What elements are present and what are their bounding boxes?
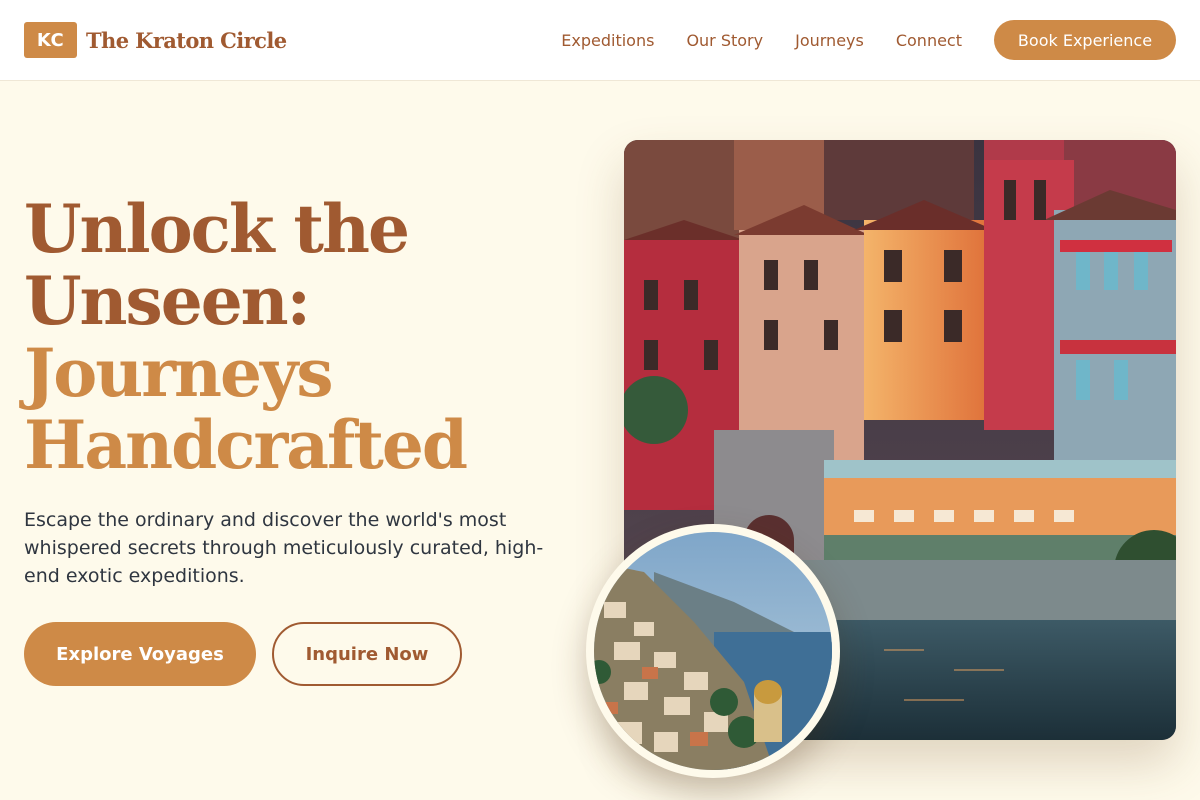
hero-title-line: Unlock the [24, 190, 410, 268]
logo[interactable]: KC The Kraton Circle [24, 22, 287, 58]
hero-inset-image [594, 532, 832, 770]
hero-inset-image-frame [586, 524, 840, 778]
inquire-now-button[interactable]: Inquire Now [272, 622, 462, 686]
nav-link-expeditions[interactable]: Expeditions [561, 31, 654, 50]
brand-name: The Kraton Circle [86, 27, 287, 53]
explore-voyages-button[interactable]: Explore Voyages [24, 622, 256, 686]
hero-title: Unlock the Unseen: Journeys Handcrafted [24, 193, 584, 481]
hero-title-line: Unseen: [24, 262, 311, 340]
logo-badge: KC [24, 22, 77, 58]
nav-link-our-story[interactable]: Our Story [686, 31, 763, 50]
site-header: KC The Kraton Circle Expeditions Our Sto… [0, 0, 1200, 81]
nav-link-connect[interactable]: Connect [896, 31, 962, 50]
hero-description: Escape the ordinary and discover the wor… [24, 509, 544, 587]
hero-title-accent-line: Handcrafted [24, 406, 468, 484]
nav-link-journeys[interactable]: Journeys [795, 31, 864, 50]
book-experience-button[interactable]: Book Experience [994, 20, 1176, 60]
hero-title-accent-line: Journeys [24, 334, 334, 412]
main-nav: Expeditions Our Story Journeys Connect B… [561, 20, 1176, 60]
